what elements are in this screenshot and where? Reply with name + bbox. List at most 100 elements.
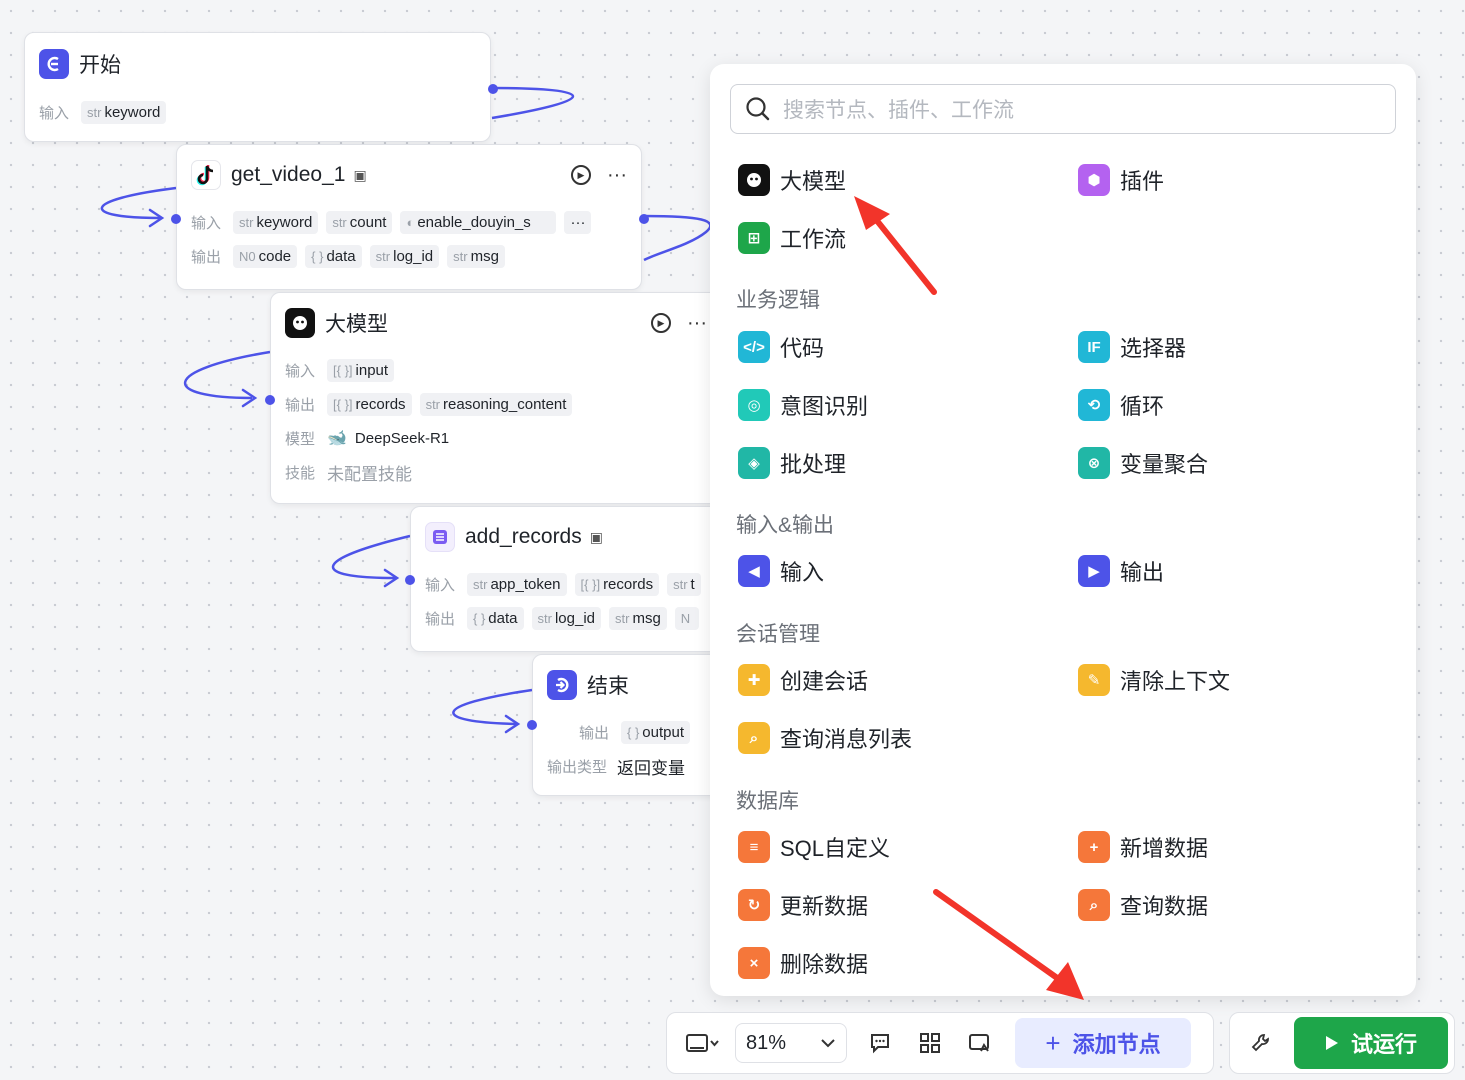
panel-item-query-messages[interactable]: ⌕ 查询消息列表 — [738, 720, 912, 756]
layout-icon — [920, 1033, 940, 1053]
output-label: 输出 — [425, 610, 456, 628]
workflow-icon: ⊞ — [738, 222, 770, 254]
input-label: 输入 — [191, 214, 222, 232]
wrench-icon — [1251, 1034, 1269, 1052]
param-tag: ◐ enable_douyin_s — [400, 210, 557, 234]
plus-icon: + — [1045, 1027, 1061, 1058]
deepseek-icon: 🐋 — [327, 430, 347, 447]
llm-node[interactable]: 大模型 ▶ ··· 输入 [{ }] input 输出 [{ }] records … — [265, 292, 730, 504]
chat-search-icon: ⌕ — [738, 722, 770, 754]
comment-button[interactable] — [855, 1023, 905, 1063]
param-tag: N0 code — [233, 244, 298, 268]
auto-layout-button[interactable] — [905, 1023, 955, 1063]
run-toolbar: 试运行 — [1229, 1012, 1455, 1074]
debug-settings-button[interactable] — [1236, 1023, 1286, 1063]
param-tag: str log_id — [369, 244, 440, 268]
panel-item-output[interactable]: ▶ 输出 — [1078, 553, 1164, 589]
output-icon: ▶ — [1078, 555, 1110, 587]
add-records-title: add_records — [465, 525, 582, 548]
end-node-title: 结束 — [587, 675, 629, 698]
node-search-input[interactable]: 搜索节点、插件、工作流 — [730, 84, 1396, 134]
database-add-icon: + — [1078, 831, 1110, 863]
get-video-node[interactable]: get_video_1 ▣ ▶ ··· 输入 str keyword str cou… — [171, 144, 649, 290]
input-port[interactable] — [171, 214, 181, 224]
panel-item-query-data[interactable]: ⌕ 查询数据 — [1078, 887, 1208, 923]
more-icon[interactable]: ··· — [687, 312, 707, 335]
code-icon: </> — [738, 331, 770, 363]
test-run-button[interactable]: 试运行 — [1294, 1017, 1448, 1069]
database-search-icon: ⌕ — [1078, 889, 1110, 921]
model-value: DeepSeek-R1 — [354, 429, 450, 447]
input-port[interactable] — [405, 575, 415, 585]
run-node-icon[interactable]: ▶ — [651, 313, 672, 333]
add-node-button[interactable]: + 添加节点 — [1015, 1018, 1191, 1068]
input-label: 输入 — [425, 576, 456, 594]
llm-icon — [285, 308, 315, 338]
panel-item-loop[interactable]: ⟲ 循环 — [1078, 387, 1164, 423]
add-records-node[interactable]: add_records ▣ 输入 str app_token [{ }] recor… — [405, 506, 730, 652]
plugin-badge-icon: ▣ — [589, 528, 603, 545]
param-tag: { } output — [621, 720, 691, 744]
input-port[interactable] — [527, 720, 537, 730]
play-icon — [1325, 1036, 1338, 1050]
panel-item-insert-data[interactable]: + 新增数据 — [1078, 829, 1208, 865]
start-node[interactable]: 开始 输入 str keyword — [24, 32, 498, 142]
end-icon — [547, 670, 577, 700]
output-label: 输出 — [579, 724, 610, 742]
output-port[interactable] — [639, 214, 649, 224]
param-tag: str keyword — [81, 100, 167, 124]
param-tag: str t — [667, 572, 701, 596]
add-node-panel: 搜索节点、插件、工作流 大模型 ⬢ 插件 ⊞ 工作流 业务逻辑 </> 代码 I… — [710, 64, 1416, 996]
panel-item-aggregate[interactable]: ⊗ 变量聚合 — [1078, 445, 1208, 481]
panel-item-input[interactable]: ◀ 输入 — [738, 553, 824, 589]
more-params-icon[interactable]: ··· — [564, 210, 592, 234]
end-node[interactable]: 结束 输出 { } output 输出类型 返回变量 — [527, 654, 730, 796]
panel-item-intent[interactable]: ◎ 意图识别 — [738, 387, 868, 423]
start-icon — [39, 49, 69, 79]
param-tag: [{ }] input — [327, 358, 395, 382]
output-port[interactable] — [488, 84, 498, 94]
more-icon[interactable]: ··· — [607, 164, 627, 187]
input-port[interactable] — [265, 395, 275, 405]
search-placeholder: 搜索节点、插件、工作流 — [783, 99, 1014, 122]
minimap-button[interactable] — [955, 1023, 1005, 1063]
layers-icon: ◈ — [738, 447, 770, 479]
param-tag: { } data — [305, 244, 362, 268]
zoom-select[interactable]: 81% — [735, 1023, 847, 1063]
panel-item-sql[interactable]: ≡ SQL自定义 — [738, 829, 890, 865]
table-icon — [425, 522, 455, 552]
param-tag: str log_id — [531, 606, 601, 630]
zoom-value: 81% — [746, 1031, 787, 1054]
comment-icon — [871, 1034, 889, 1054]
device-mode-button[interactable] — [677, 1023, 727, 1063]
panel-item-create-conversation[interactable]: ✚ 创建会话 — [738, 662, 868, 698]
plugin-badge-icon: ▣ — [353, 166, 367, 183]
run-node-icon[interactable]: ▶ — [571, 165, 592, 185]
param-tag: str count — [326, 210, 393, 234]
panel-item-plugin[interactable]: ⬢ 插件 — [1078, 162, 1164, 198]
if-icon: IF — [1078, 331, 1110, 363]
input-icon: ◀ — [738, 555, 770, 587]
panel-item-selector[interactable]: IF 选择器 — [1078, 329, 1186, 365]
bulb-icon: ◎ — [738, 389, 770, 421]
panel-item-clear-context[interactable]: ✎ 清除上下文 — [1078, 662, 1230, 698]
param-tag: str keyword — [233, 210, 319, 234]
canvas-toolbar: 81% + 添加节点 — [666, 1012, 1214, 1074]
model-label: 模型 — [285, 430, 316, 448]
output-label: 输出 — [285, 396, 316, 414]
panel-item-update-data[interactable]: ↻ 更新数据 — [738, 887, 868, 923]
input-label: 输入 — [285, 362, 316, 380]
panel-item-workflow[interactable]: ⊞ 工作流 — [738, 220, 846, 256]
panel-item-code[interactable]: </> 代码 — [738, 329, 824, 365]
panel-item-llm[interactable]: 大模型 — [738, 162, 846, 198]
param-tag: [{ }] records — [327, 392, 412, 416]
search-icon — [746, 97, 770, 121]
panel-item-batch[interactable]: ◈ 批处理 — [738, 445, 846, 481]
input-label: 输入 — [39, 104, 70, 122]
aggregate-icon: ⊗ — [1078, 447, 1110, 479]
panel-item-delete-data[interactable]: × 删除数据 — [738, 945, 868, 981]
param-tag: str app_token — [467, 572, 567, 596]
database-delete-icon: × — [738, 947, 770, 979]
output-type-value: 返回变量 — [617, 758, 686, 778]
tiktok-icon — [191, 160, 221, 190]
